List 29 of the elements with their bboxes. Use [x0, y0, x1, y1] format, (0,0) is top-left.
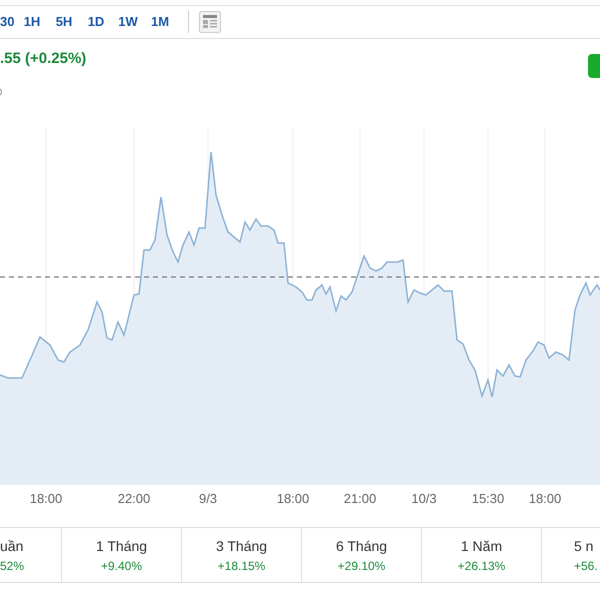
interval-tab[interactable]: 5H	[48, 12, 80, 32]
period-change: +9.40%	[100, 558, 142, 574]
price-change: .55 (+0.25%)	[0, 50, 86, 67]
table-view-icon[interactable]	[199, 11, 221, 33]
x-axis-label: 18:00	[528, 490, 562, 508]
interval-tab[interactable]: 1H	[16, 12, 48, 32]
interval-tab[interactable]: 30	[0, 12, 16, 32]
interval-tab[interactable]: 1M	[144, 12, 176, 32]
x-axis-label: 21:00	[344, 490, 376, 508]
x-axis-label: 9/3	[198, 490, 218, 508]
period-label: 1 Tháng	[96, 536, 148, 556]
period-label: uần	[0, 536, 24, 556]
action-button[interactable]	[588, 54, 600, 78]
period-label: 5 n	[574, 536, 594, 556]
interval-tab[interactable]: 1W	[112, 12, 144, 32]
x-axis-label: 22:00	[118, 490, 150, 508]
period-change: +26.13%	[458, 558, 506, 574]
period-change: +56.	[574, 558, 598, 574]
period-label: 1 Năm	[460, 536, 502, 556]
period-label: 6 Tháng	[336, 536, 388, 556]
x-axis-label: 18:00	[276, 490, 310, 508]
period-change: +29.10%	[338, 558, 386, 574]
x-axis-label: 15:30	[472, 490, 504, 508]
x-axis-label: 18:00	[30, 490, 62, 508]
x-axis-label: 10/3	[411, 490, 437, 508]
period-change: 52%	[0, 558, 24, 574]
period-change: +18.15%	[218, 558, 266, 574]
period-label: 3 Tháng	[216, 536, 268, 556]
interval-tab[interactable]: 1D	[80, 12, 112, 32]
